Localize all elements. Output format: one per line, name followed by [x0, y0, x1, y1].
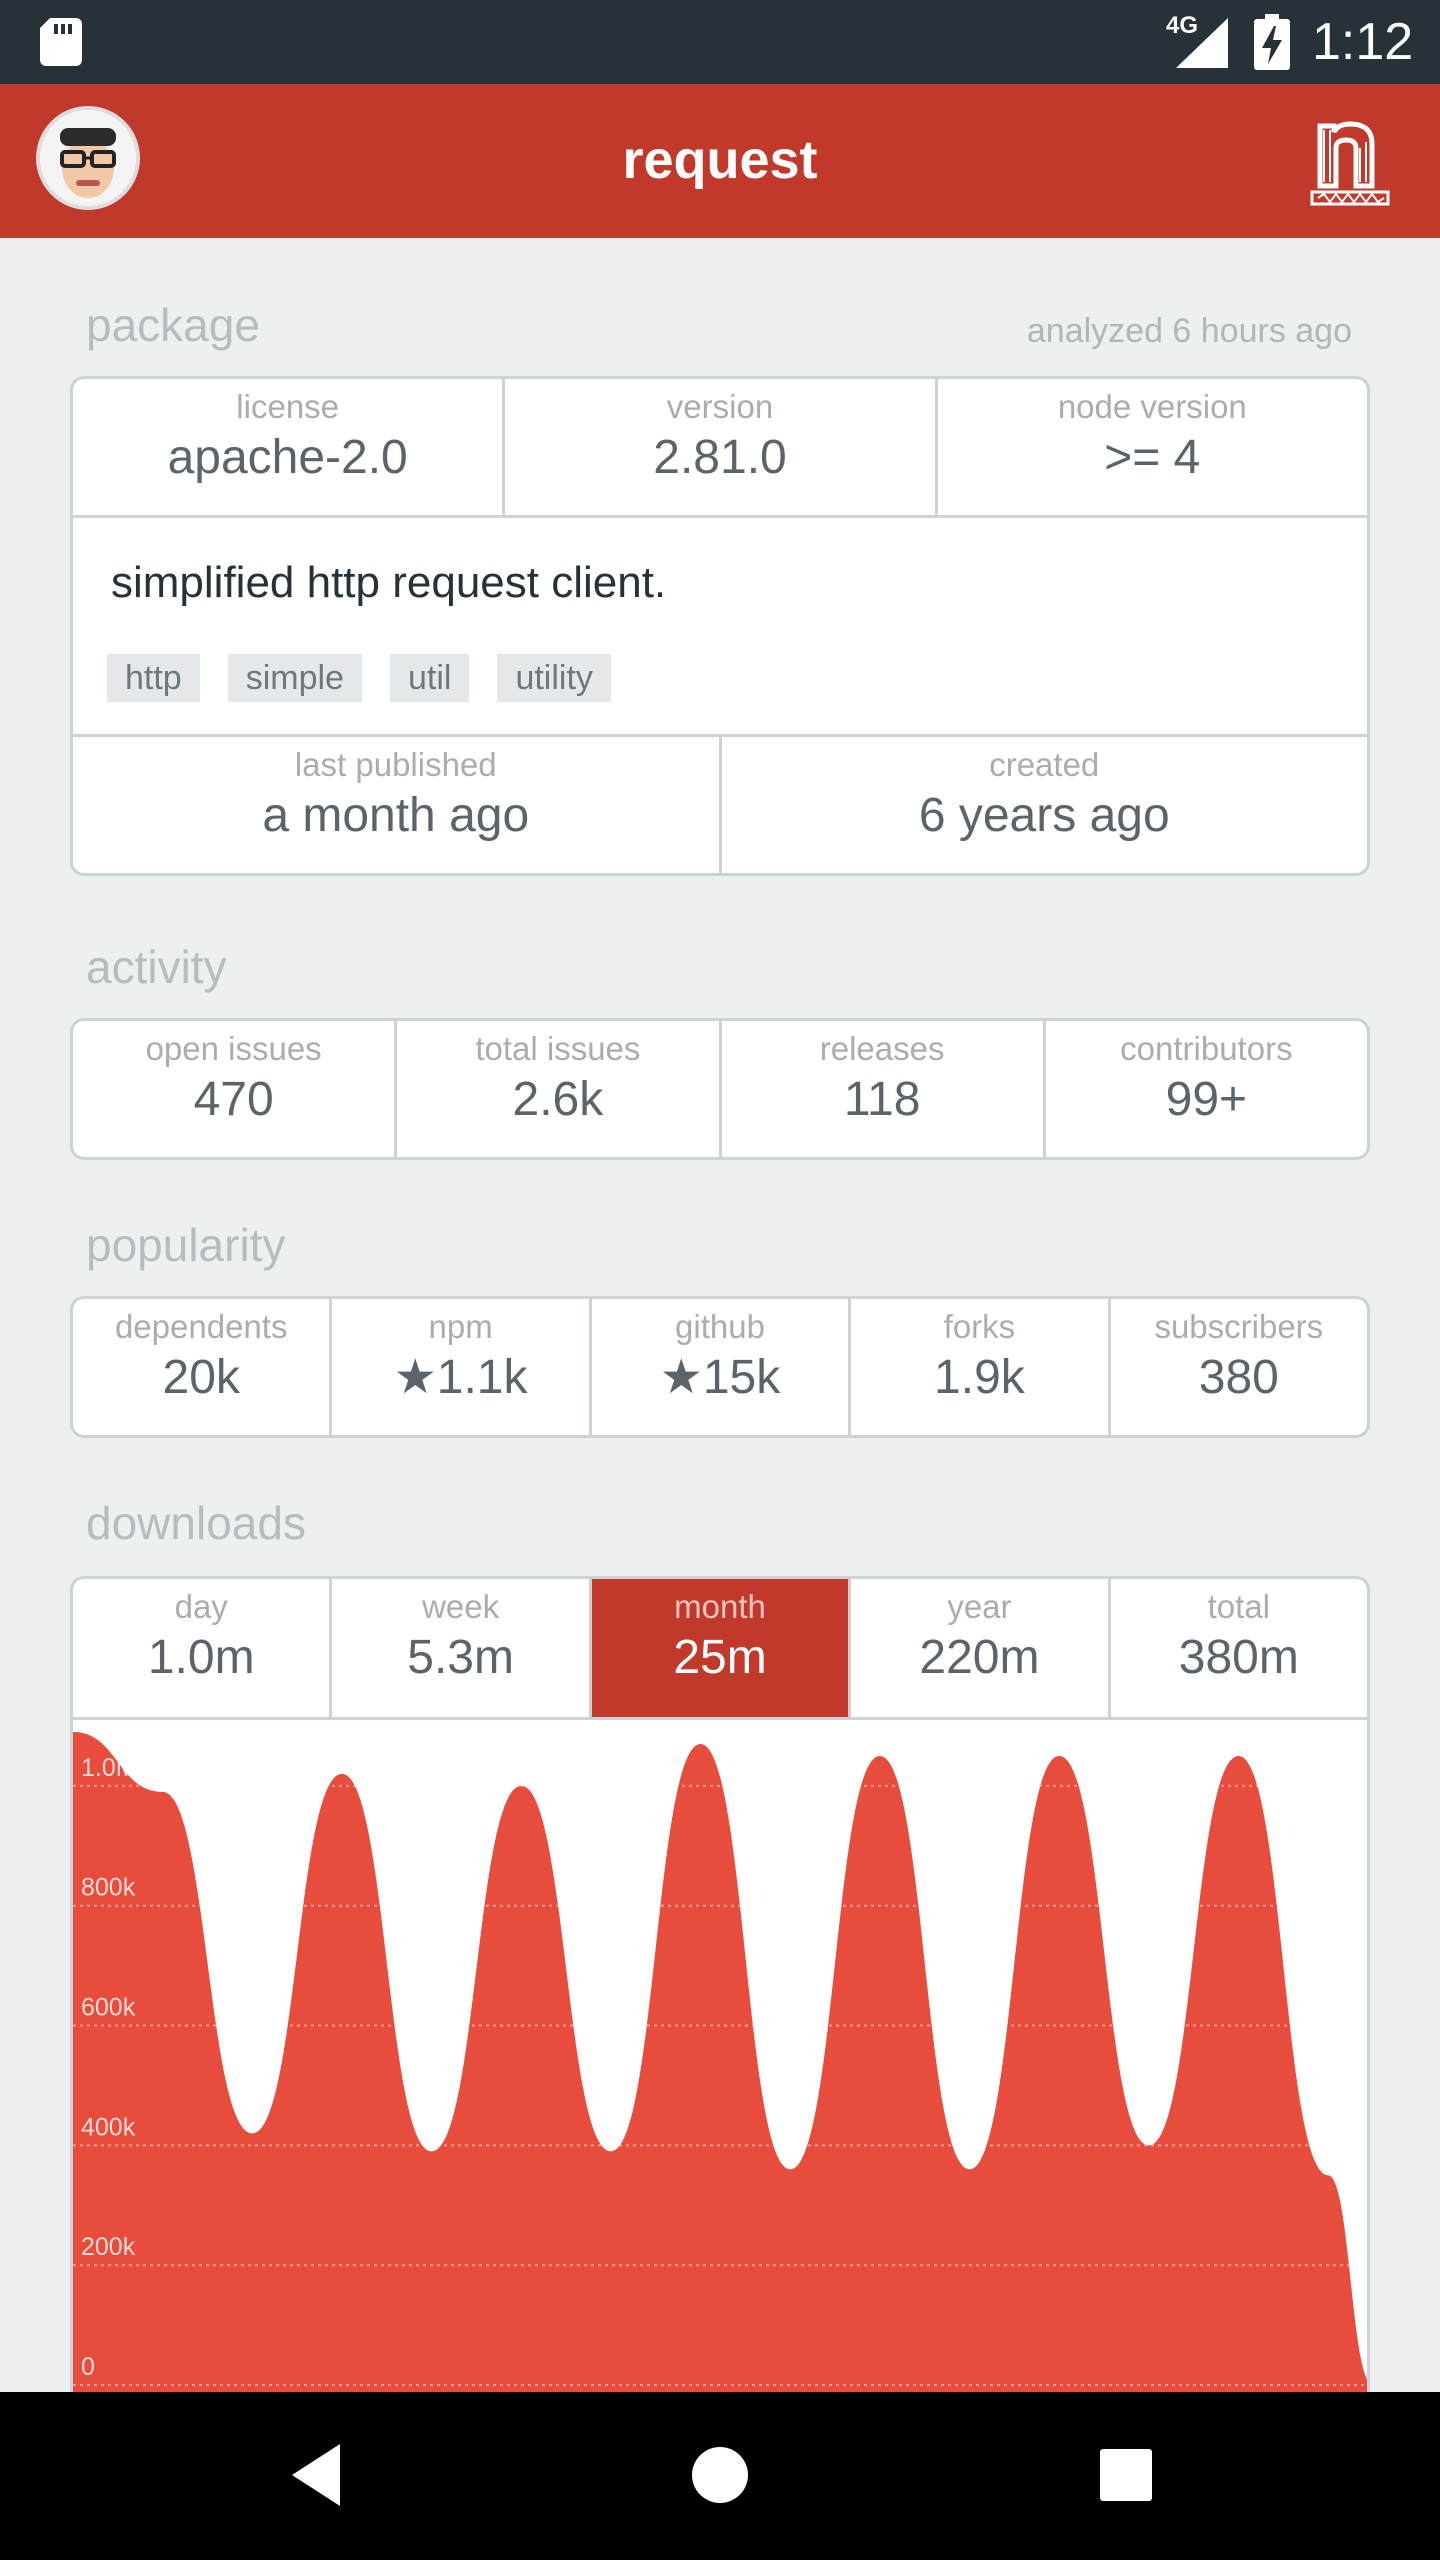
last-published-label: last published — [294, 746, 497, 783]
node-version-label: node version — [1057, 388, 1247, 425]
stat-value: 380 — [1198, 1351, 1279, 1404]
tab-value: 1.0m — [147, 1631, 255, 1684]
tab-value: 5.3m — [407, 1631, 514, 1684]
y-tick-label: 0 — [81, 2353, 95, 2381]
subscribers-cell: subscribers 380 — [1111, 1299, 1367, 1435]
stat-label: contributors — [1120, 1030, 1293, 1067]
stat-value: 1.9k — [934, 1351, 1025, 1404]
tab-value: 25m — [673, 1631, 767, 1684]
y-tick-label: 400k — [81, 2113, 136, 2141]
stat-label: forks — [943, 1308, 1016, 1345]
npms-logo-icon[interactable] — [1310, 106, 1390, 210]
license-label: license — [236, 388, 340, 425]
package-dates-row: last published a month ago created 6 yea… — [73, 737, 1367, 873]
tag[interactable]: http — [107, 654, 200, 702]
y-tick-label: 1.0M — [81, 1754, 137, 1782]
version-cell: version 2.81.0 — [505, 379, 938, 515]
total-issues-cell: total issues 2.6k — [397, 1021, 722, 1157]
last-published-cell: last published a month ago — [73, 737, 722, 873]
stat-label: dependents — [114, 1308, 288, 1345]
app-bar: request — [0, 84, 1440, 238]
stat-label: github — [675, 1308, 765, 1345]
tab-label: total — [1207, 1588, 1271, 1625]
tab-month[interactable]: month 25m — [591, 1579, 852, 1717]
created-value: 6 years ago — [918, 789, 1170, 842]
status-bar: 4G 1:12 — [0, 0, 1440, 84]
activity-row: open issues 470 total issues 2.6k releas… — [73, 1021, 1367, 1157]
back-icon[interactable] — [286, 2440, 346, 2510]
downloads-tabs: day 1.0m week 5.3m month 25m year 220m t… — [73, 1579, 1367, 1717]
page-title: request — [622, 130, 818, 190]
stat-value: 99+ — [1165, 1073, 1248, 1126]
stat-value: 20k — [162, 1351, 240, 1404]
clock: 1:12 — [1312, 13, 1414, 71]
created-label: created — [989, 746, 1100, 783]
stat-value: ★1.1k — [393, 1351, 528, 1404]
popularity-card: dependents 20k npm ★1.1k github ★15k for… — [70, 1296, 1370, 1438]
stat-label: npm — [428, 1308, 493, 1345]
keyword-tags: http simple util utility — [107, 654, 611, 702]
description-text: simplified http request client. — [111, 558, 667, 607]
tab-year[interactable]: year 220m — [851, 1579, 1111, 1717]
y-tick-label: 800k — [81, 1874, 136, 1902]
node-version-value: >= 4 — [1104, 431, 1201, 484]
package-meta-row: license apache-2.0 version 2.81.0 node v… — [73, 379, 1367, 515]
forks-cell: forks 1.9k — [851, 1299, 1111, 1435]
downloads-section-title: downloads — [86, 1497, 306, 1549]
battery-charging-icon — [1254, 14, 1290, 70]
stat-label: total issues — [475, 1030, 641, 1067]
created-cell: created 6 years ago — [722, 737, 1368, 873]
tab-week[interactable]: week 5.3m — [332, 1579, 592, 1717]
stat-value: 118 — [843, 1073, 921, 1126]
github-stars-cell: github ★15k — [592, 1299, 852, 1435]
navigation-bar — [0, 2392, 1440, 2560]
tab-value: 380m — [1178, 1631, 1299, 1684]
last-published-value: a month ago — [262, 789, 530, 842]
tab-value: 220m — [919, 1631, 1040, 1684]
home-icon[interactable] — [690, 2440, 750, 2510]
open-issues-cell: open issues 470 — [73, 1021, 398, 1157]
activity-section-title: activity — [86, 941, 227, 993]
stat-label: subscribers — [1154, 1308, 1324, 1345]
version-value: 2.81.0 — [653, 431, 787, 484]
signal-icon — [1176, 18, 1228, 68]
license-value: apache-2.0 — [167, 431, 408, 484]
npm-stars-cell: npm ★1.1k — [332, 1299, 592, 1435]
tag[interactable]: utility — [497, 654, 611, 702]
y-tick-label: 600k — [81, 1994, 136, 2022]
activity-card: open issues 470 total issues 2.6k releas… — [70, 1018, 1370, 1160]
package-description: simplified http request client. http sim… — [73, 515, 1367, 737]
contributors-cell: contributors 99+ — [1046, 1021, 1367, 1157]
popularity-section-title: popularity — [86, 1219, 286, 1271]
stat-label: open issues — [145, 1030, 322, 1067]
version-label: version — [666, 388, 774, 425]
tab-day[interactable]: day 1.0m — [73, 1579, 333, 1717]
tab-label: week — [422, 1588, 500, 1625]
package-section-title: package — [86, 299, 260, 351]
tab-total[interactable]: total 380m — [1111, 1579, 1367, 1717]
tab-label: day — [174, 1588, 228, 1625]
stat-value: ★15k — [659, 1351, 781, 1404]
package-card: license apache-2.0 version 2.81.0 node v… — [70, 376, 1370, 876]
tag[interactable]: util — [389, 654, 470, 702]
stat-label: releases — [819, 1030, 945, 1067]
y-tick-label: 200k — [81, 2233, 136, 2261]
sd-card-icon — [40, 18, 82, 66]
tab-label: month — [674, 1588, 766, 1625]
stat-value: 2.6k — [512, 1073, 604, 1126]
node-version-cell: node version >= 4 — [938, 379, 1367, 515]
recents-icon[interactable] — [1096, 2440, 1156, 2510]
tag[interactable]: simple — [227, 654, 362, 702]
dependents-cell: dependents 20k — [73, 1299, 333, 1435]
stat-value: 470 — [193, 1073, 274, 1126]
license-cell: license apache-2.0 — [73, 379, 506, 515]
popularity-row: dependents 20k npm ★1.1k github ★15k for… — [73, 1299, 1367, 1435]
analyzed-time: analyzed 6 hours ago — [1026, 312, 1352, 350]
tab-label: year — [947, 1588, 1012, 1625]
releases-cell: releases 118 — [722, 1021, 1046, 1157]
